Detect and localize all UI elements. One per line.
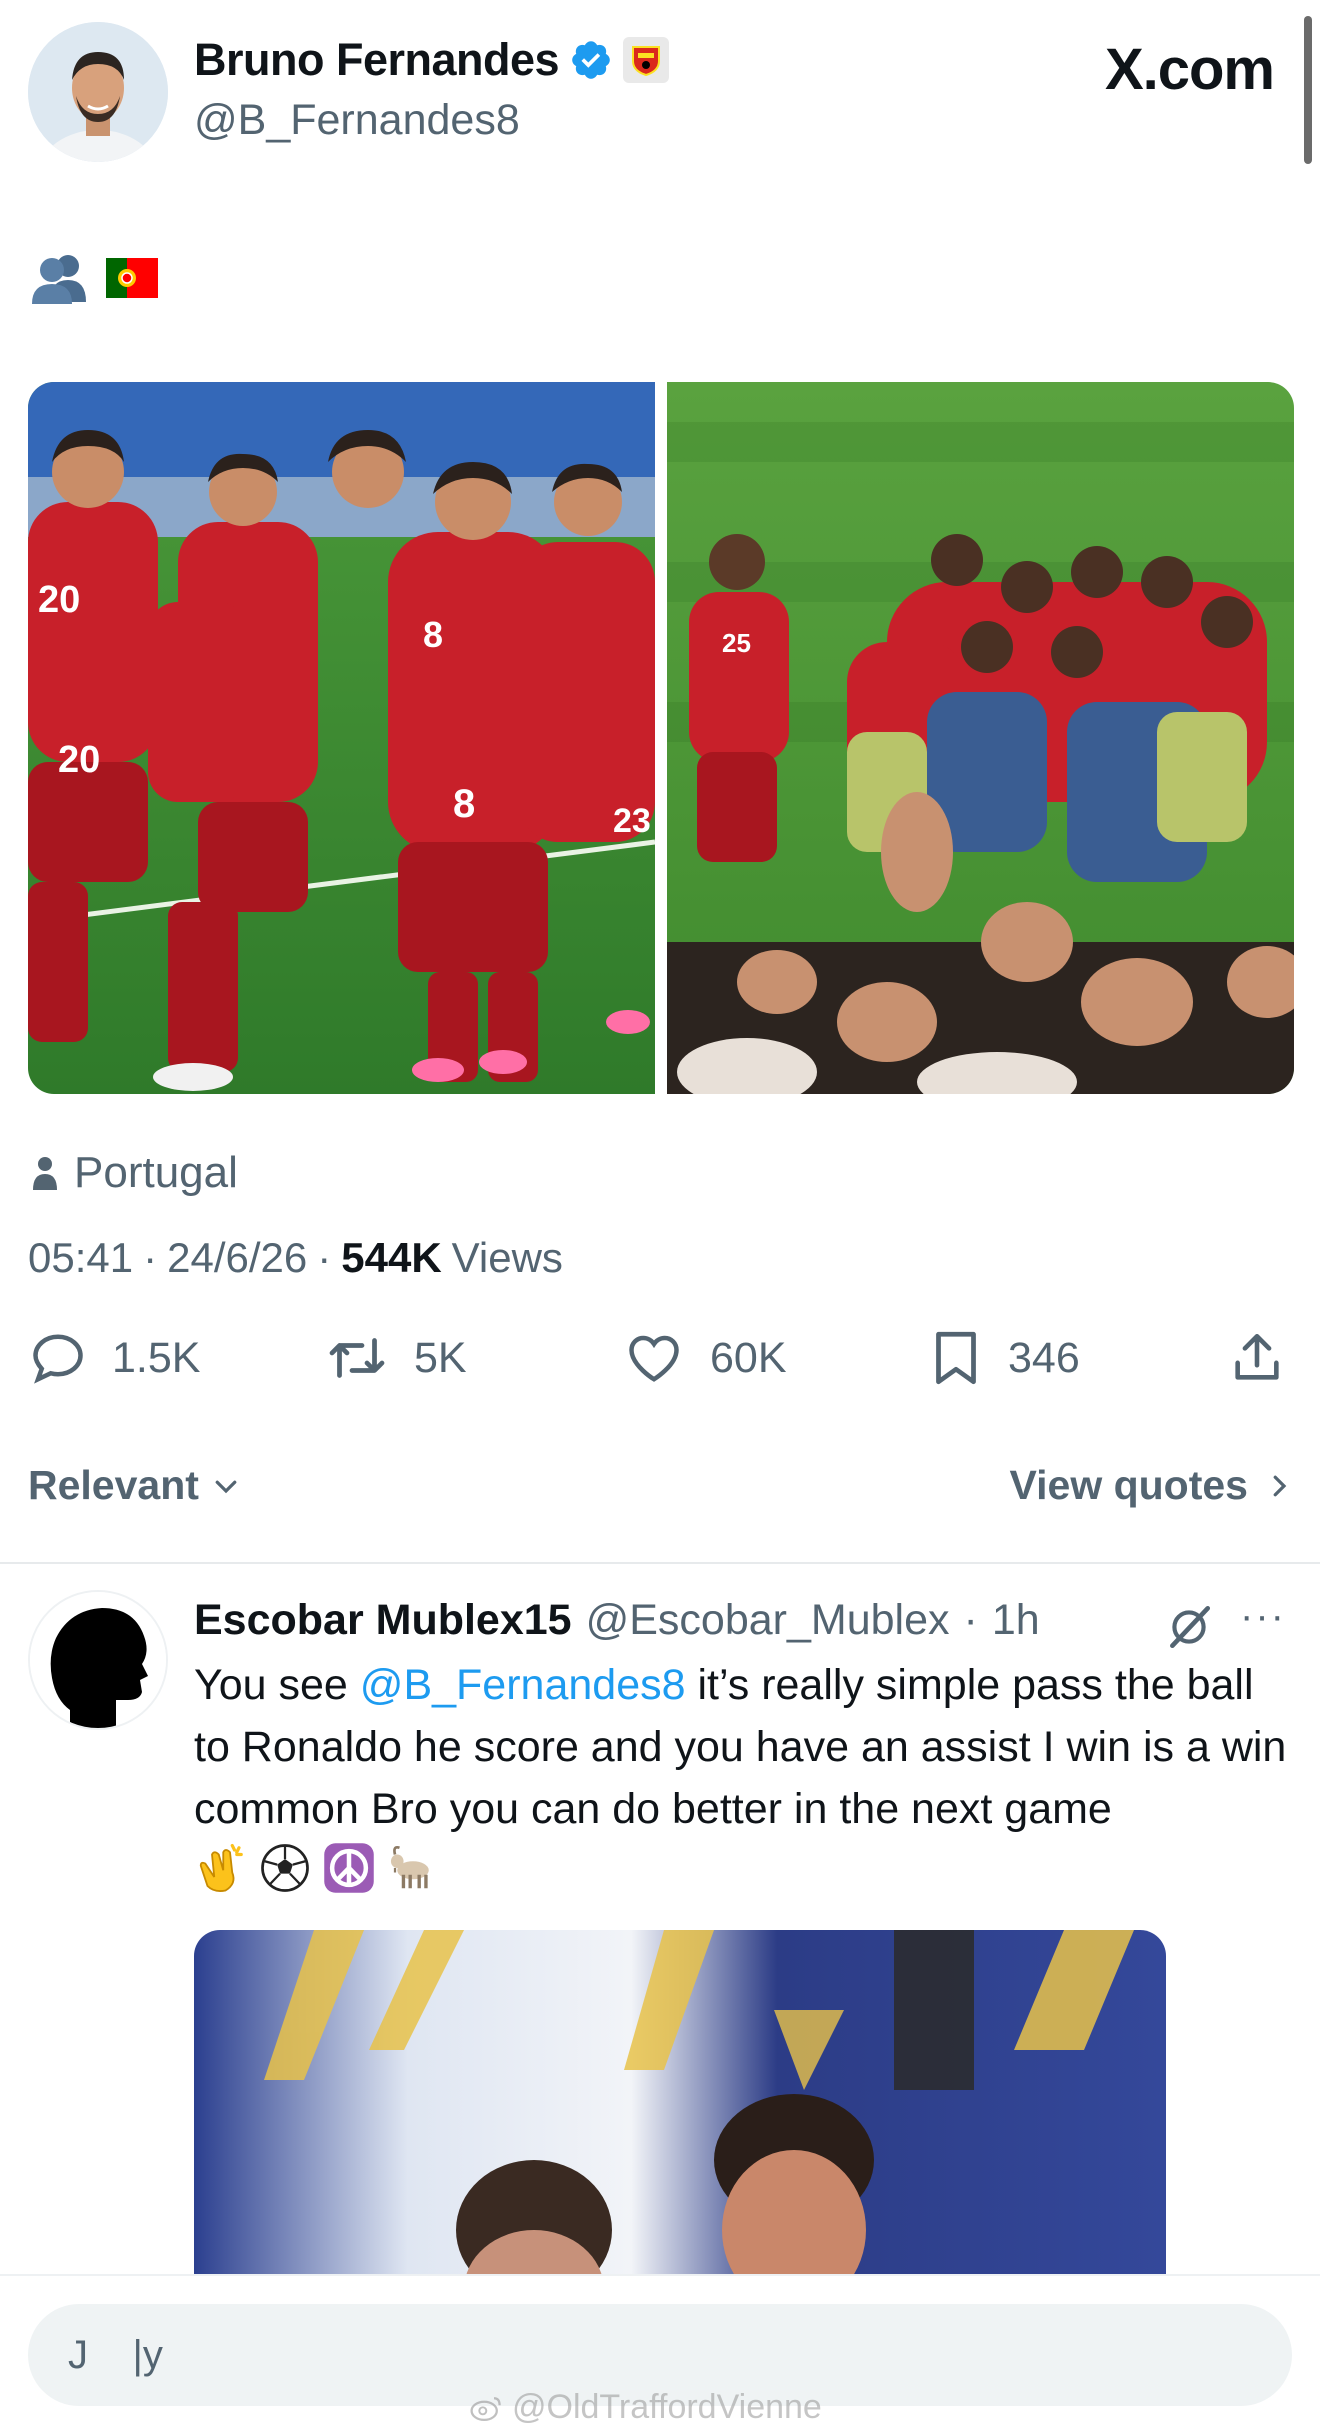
- svg-text:8: 8: [423, 614, 443, 655]
- views-label: Views: [451, 1234, 563, 1281]
- scrollbar[interactable]: [1304, 16, 1312, 164]
- repost-button[interactable]: 5K: [324, 1328, 467, 1388]
- tweet-media-grid[interactable]: 20 20 8 8 23 25: [28, 382, 1294, 1094]
- view-quotes-link[interactable]: View quotes: [1010, 1462, 1294, 1509]
- tweet-location[interactable]: Portugal: [32, 1148, 238, 1198]
- tweet-meta: 05:41 · 24/6/26 · 544K Views: [28, 1234, 563, 1282]
- divider: [0, 1562, 1320, 1564]
- person-icon: [33, 1157, 57, 1190]
- reply-author-handle[interactable]: @Escobar_Mublex: [586, 1596, 950, 1645]
- bookmark-count: 346: [1008, 1333, 1080, 1382]
- svg-text:23: 23: [613, 802, 651, 840]
- reply-compose-input[interactable]: [68, 2322, 1168, 2388]
- more-options-button[interactable]: ···: [1240, 1594, 1286, 1639]
- peace-symbol-emoji: [324, 1843, 374, 1893]
- reply-separator: ·: [963, 1596, 978, 1644]
- share-button[interactable]: [1228, 1328, 1286, 1388]
- reply-count: 1.5K: [112, 1333, 201, 1382]
- reply-text: You see @B_Fernandes8 it’s really simple…: [194, 1654, 1294, 1902]
- bookmark-button[interactable]: 346: [928, 1328, 1080, 1388]
- watermark-text: @OldTraffordVienne: [512, 2388, 822, 2426]
- like-count: 60K: [710, 1333, 787, 1382]
- share-icon: [1235, 1333, 1279, 1380]
- author-avatar[interactable]: [28, 22, 168, 162]
- svg-text:25: 25: [722, 628, 751, 658]
- author-handle[interactable]: @B_Fernandes8: [194, 96, 520, 145]
- like-button[interactable]: 60K: [622, 1328, 787, 1388]
- svg-text:20: 20: [58, 739, 100, 781]
- reply-icon: [33, 1334, 83, 1384]
- reply-button[interactable]: 1.5K: [28, 1328, 200, 1388]
- views-count: 544K: [341, 1234, 442, 1281]
- team-celebration-photo[interactable]: 20 20 8 8 23: [28, 382, 655, 1094]
- repost-icon: [329, 1338, 385, 1378]
- reply-time[interactable]: 1h: [992, 1596, 1040, 1645]
- tweet-text: [28, 250, 158, 306]
- weibo-logo-icon: [470, 2396, 501, 2421]
- chevron-down-icon: [215, 1480, 237, 1493]
- svg-text:8: 8: [453, 782, 475, 826]
- reply-text-start: You see: [194, 1661, 360, 1709]
- tweet-date[interactable]: 24/6/26: [167, 1234, 307, 1282]
- meta-separator: ·: [317, 1234, 332, 1281]
- verified-badge-icon: [572, 41, 610, 79]
- location-label: Portugal: [74, 1148, 238, 1197]
- repost-count: 5K: [414, 1333, 467, 1382]
- team-huddle-photo[interactable]: 25: [667, 382, 1294, 1094]
- goat-emoji: [390, 1845, 429, 1889]
- grok-icon[interactable]: [1164, 1602, 1214, 1652]
- heart-icon: [629, 1335, 679, 1382]
- x-com-logo: X.com: [1104, 37, 1275, 102]
- reply-emojis: [194, 1841, 440, 1895]
- soccer-ball-emoji: [261, 1844, 309, 1892]
- reply-author-avatar[interactable]: [28, 1590, 168, 1730]
- sort-dropdown[interactable]: Relevant: [28, 1462, 241, 1509]
- meta-separator: ·: [143, 1234, 158, 1281]
- chevron-right-icon: [1273, 1475, 1287, 1496]
- manchester-united-crest-icon[interactable]: [623, 37, 670, 83]
- sort-label: Relevant: [28, 1462, 199, 1508]
- portugal-flag-emoji: [106, 258, 158, 298]
- watermark: @OldTraffordVienne: [470, 2388, 822, 2427]
- tweet-time[interactable]: 05:41: [28, 1234, 133, 1282]
- svg-text:20: 20: [38, 579, 80, 621]
- view-quotes-label: View quotes: [1009, 1462, 1248, 1508]
- mention-link[interactable]: @B_Fernandes8: [360, 1661, 686, 1709]
- tweet-action-bar: 1.5K 5K 60K 346: [28, 1328, 1294, 1398]
- bookmark-icon: [936, 1331, 976, 1385]
- profile-header: Bruno Fernandes @B_Fernandes8 X.com: [0, 0, 1320, 200]
- author-display-name[interactable]: Bruno Fernandes: [194, 34, 560, 86]
- clapping-hands-emoji: [199, 1843, 243, 1892]
- busts-in-silhouette-emoji: [32, 255, 86, 304]
- reply-author-name[interactable]: Escobar Mublex15: [194, 1596, 572, 1645]
- replies-sort-bar: Relevant View quotes: [28, 1462, 1294, 1522]
